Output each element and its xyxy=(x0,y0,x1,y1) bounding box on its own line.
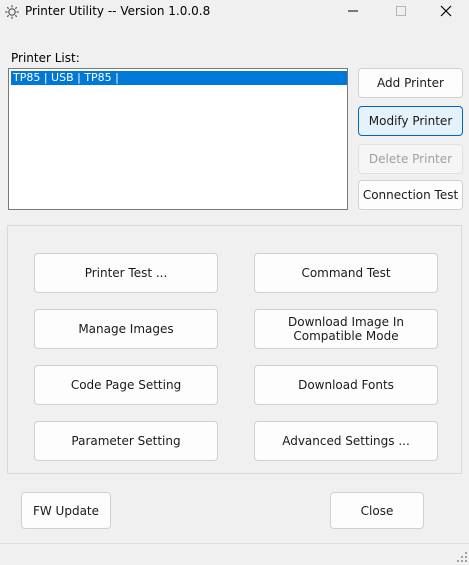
close-window-button[interactable] xyxy=(423,0,469,24)
fw-update-button[interactable]: FW Update xyxy=(21,492,111,529)
title-bar: Printer Utility -- Version 1.0.0.8 xyxy=(0,0,469,24)
close-button[interactable]: Close xyxy=(330,492,424,529)
maximize-icon xyxy=(396,5,406,19)
manage-images-button[interactable]: Manage Images xyxy=(34,309,218,349)
command-test-button[interactable]: Command Test xyxy=(254,253,438,293)
download-image-label-line1: Download Image In xyxy=(287,315,404,329)
window-title: Printer Utility -- Version 1.0.0.8 xyxy=(25,4,211,18)
parameter-setting-button[interactable]: Parameter Setting xyxy=(34,421,218,461)
delete-printer-button: Delete Printer xyxy=(358,144,463,174)
status-bar xyxy=(0,543,469,563)
modify-printer-button[interactable]: Modify Printer xyxy=(358,106,463,136)
printer-list-item[interactable]: TP85 | USB | TP85 | xyxy=(11,71,347,85)
add-printer-button[interactable]: Add Printer xyxy=(358,68,463,98)
connection-test-button[interactable]: Connection Test xyxy=(358,180,463,210)
resize-grip-icon[interactable] xyxy=(457,551,467,562)
printer-list[interactable]: TP85 | USB | TP85 | xyxy=(8,68,348,210)
minimize-button[interactable] xyxy=(330,0,376,24)
download-image-label-line2: Compatible Mode xyxy=(293,329,399,343)
minimize-icon xyxy=(348,5,358,19)
printer-test-button[interactable]: Printer Test ... xyxy=(34,253,218,293)
advanced-settings-button[interactable]: Advanced Settings ... xyxy=(254,421,438,461)
printer-list-label: Printer List: xyxy=(11,51,80,65)
download-fonts-button[interactable]: Download Fonts xyxy=(254,365,438,405)
code-page-setting-button[interactable]: Code Page Setting xyxy=(34,365,218,405)
close-icon xyxy=(440,5,452,20)
gear-icon xyxy=(4,4,20,20)
download-image-compatible-button[interactable]: Download Image In Compatible Mode xyxy=(254,309,438,349)
maximize-button xyxy=(378,0,424,24)
